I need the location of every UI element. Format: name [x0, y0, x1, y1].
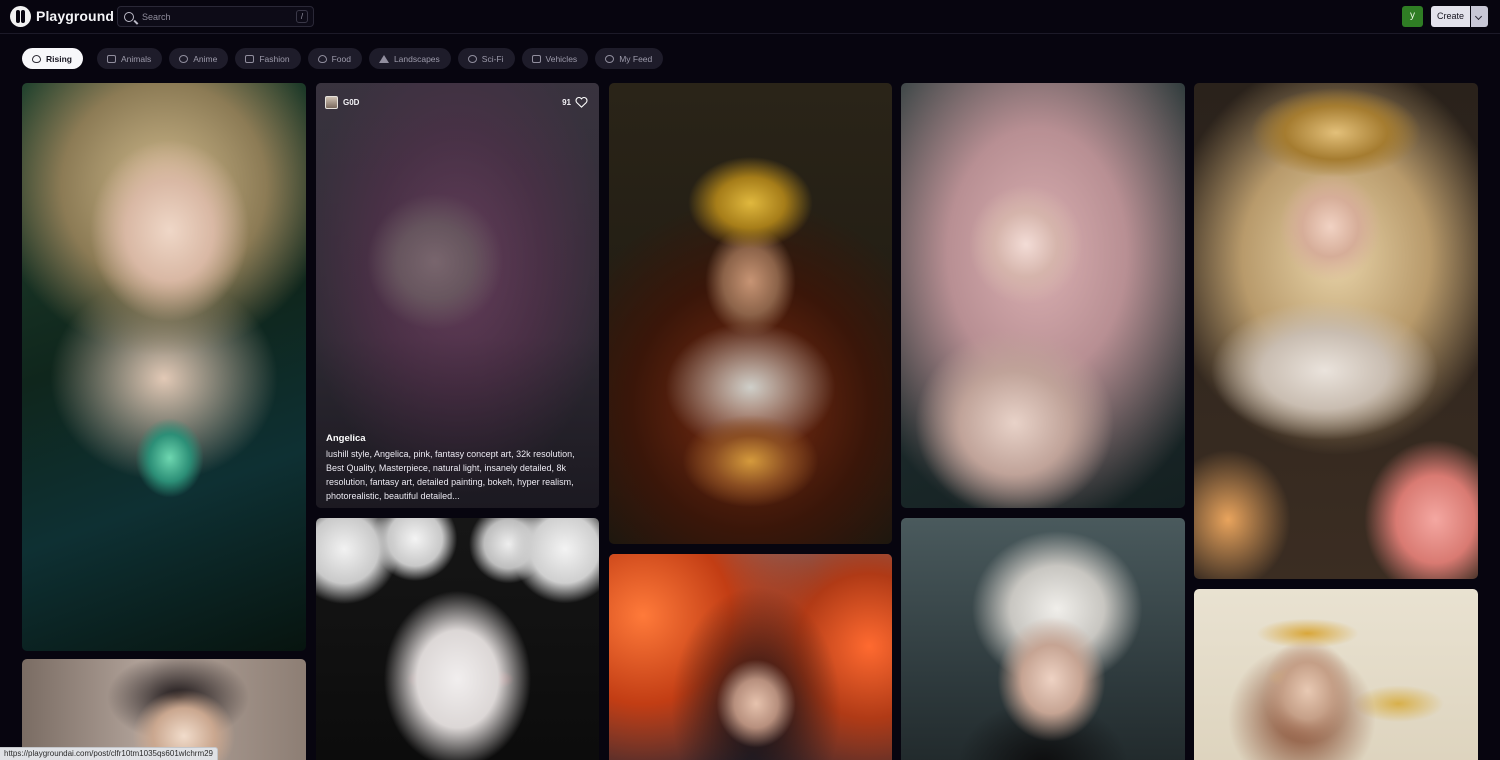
scifi-icon	[467, 54, 477, 63]
fashion-icon	[245, 54, 255, 63]
filter-chip-scifi[interactable]: Sci-Fi	[457, 48, 515, 69]
gallery-image-card[interactable]	[22, 659, 306, 760]
filter-chip-fashion[interactable]: Fashion	[235, 48, 301, 69]
filter-chip-animals[interactable]: Animals	[96, 48, 163, 69]
link-preview-status: https://playgroundai.com/post/clfr10tm10…	[0, 747, 218, 760]
golden-goddess-image	[1194, 83, 1478, 579]
gallery-image-card[interactable]	[901, 518, 1185, 760]
flame-icon	[32, 54, 41, 63]
filter-label: Rising	[46, 53, 72, 64]
pink-hair-woman-image	[901, 83, 1185, 508]
geisha-portrait-image	[22, 659, 306, 760]
author-avatar	[325, 96, 338, 109]
filter-chip-anime[interactable]: Anime	[169, 48, 229, 69]
geisha-flowers-image	[316, 518, 599, 760]
warrior-woman-image	[609, 554, 892, 760]
search-bar[interactable]: /	[117, 6, 314, 27]
search-shortcut-key: /	[296, 10, 308, 23]
like-button[interactable]: 91	[562, 96, 588, 108]
gallery-image-card[interactable]	[901, 83, 1185, 508]
gallery-image-card-hovered[interactable]: G0D 91 Angelica lushill style, Angelica,…	[316, 83, 599, 508]
vehicle-icon	[531, 54, 541, 63]
food-icon	[317, 54, 327, 63]
white-hair-woman-image	[901, 518, 1185, 760]
app-name: Playground	[36, 8, 115, 24]
filter-label: Vehicles	[545, 53, 578, 64]
gallery-image-card[interactable]	[1194, 589, 1478, 760]
playground-logo-icon	[10, 5, 31, 27]
king-burger-image	[609, 83, 892, 544]
filter-chip-my-feed[interactable]: My Feed	[595, 48, 664, 69]
filter-label: Fashion	[259, 53, 290, 64]
like-count: 91	[562, 97, 571, 107]
gallery-image-card[interactable]	[609, 83, 892, 544]
filter-label: Landscapes	[393, 53, 440, 64]
top-bar: Playground / y Create	[0, 0, 1500, 34]
author-name: G0D	[343, 98, 360, 107]
search-icon	[124, 11, 134, 22]
category-filters: Rising Animals Anime Fashion Food Landsc…	[22, 48, 664, 70]
filter-label: My Feed	[619, 53, 653, 64]
user-icon	[605, 54, 615, 63]
fantasy-portrait-image	[22, 83, 306, 651]
filter-chip-rising[interactable]: Rising	[22, 48, 83, 69]
animals-icon	[106, 54, 116, 63]
lady-justice-image	[1194, 589, 1478, 760]
filter-label: Animals	[120, 53, 152, 64]
filter-label: Anime	[193, 53, 218, 64]
search-input[interactable]	[142, 11, 282, 22]
post-prompt: lushill style, Angelica, pink, fantasy c…	[326, 449, 575, 501]
gallery-image-card[interactable]	[316, 518, 599, 760]
create-button[interactable]: Create	[1431, 6, 1470, 27]
filter-label: Food	[331, 53, 351, 64]
gallery-image-card[interactable]	[22, 83, 306, 651]
post-author[interactable]: G0D	[325, 96, 359, 109]
create-dropdown-chevron-icon[interactable]	[1471, 6, 1488, 27]
gallery-image-card[interactable]	[609, 554, 892, 760]
landscape-icon	[378, 54, 389, 63]
filter-chip-landscapes[interactable]: Landscapes	[368, 48, 451, 69]
filter-chip-food[interactable]: Food	[307, 48, 362, 69]
hover-overlay	[316, 83, 599, 508]
filter-chip-vehicles[interactable]: Vehicles	[521, 48, 589, 69]
heart-icon	[575, 96, 588, 108]
filter-label: Sci-Fi	[481, 53, 504, 64]
logo[interactable]: Playground	[10, 5, 114, 27]
gallery-image-card[interactable]	[1194, 83, 1478, 579]
post-title: Angelica	[326, 433, 366, 444]
anime-icon	[179, 54, 189, 63]
user-avatar-button[interactable]: y	[1402, 6, 1423, 27]
